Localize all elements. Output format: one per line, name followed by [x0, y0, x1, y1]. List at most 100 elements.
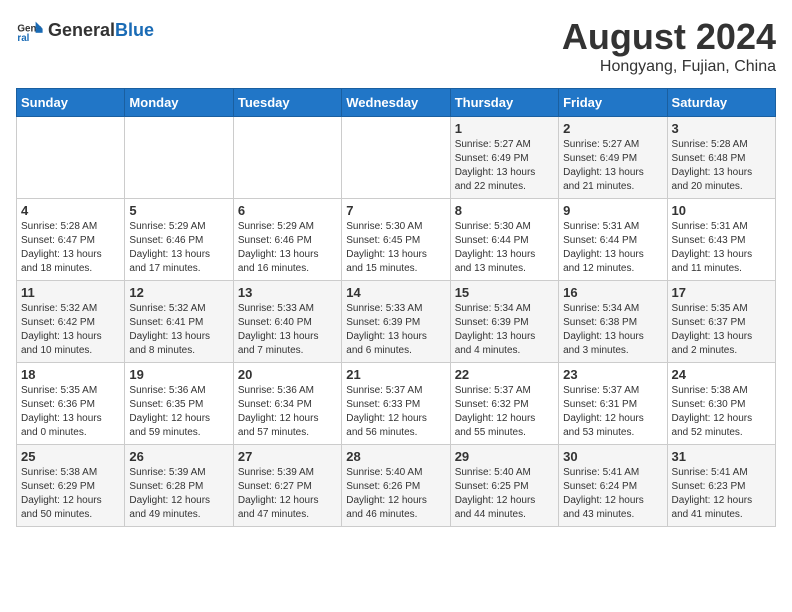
day-info: Sunrise: 5:28 AMSunset: 6:48 PMDaylight:…	[672, 138, 771, 194]
day-info: Sunrise: 5:27 AMSunset: 6:49 PMDaylight:…	[563, 138, 662, 194]
day-number: 28	[346, 449, 445, 464]
day-info: Sunrise: 5:30 AMSunset: 6:44 PMDaylight:…	[455, 220, 554, 276]
day-info: Sunrise: 5:31 AMSunset: 6:43 PMDaylight:…	[672, 220, 771, 276]
day-info: Sunrise: 5:37 AMSunset: 6:31 PMDaylight:…	[563, 384, 662, 440]
day-cell: 19 Sunrise: 5:36 AMSunset: 6:35 PMDayligh…	[125, 363, 233, 445]
day-info: Sunrise: 5:38 AMSunset: 6:30 PMDaylight:…	[672, 384, 771, 440]
day-cell: 5Sunrise: 5:29 AMSunset: 6:46 PMDaylight…	[125, 199, 233, 281]
day-cell: 8 Sunrise: 5:30 AMSunset: 6:44 PMDaylight…	[450, 199, 558, 281]
day-number: 7	[346, 203, 445, 218]
day-info: Sunrise: 5:31 AMSunset: 6:44 PMDaylight:…	[563, 220, 662, 276]
day-number: 24	[672, 367, 771, 382]
day-info: Sunrise: 5:33 AMSunset: 6:40 PMDaylight:…	[238, 302, 337, 358]
day-number: 16	[563, 285, 662, 300]
day-cell: 17 Sunrise: 5:35 AMSunset: 6:37 PMDayligh…	[667, 281, 775, 363]
day-cell: 1 Sunrise: 5:27 AMSunset: 6:49 PMDaylight…	[450, 117, 558, 199]
day-number: 15	[455, 285, 554, 300]
day-cell: 9 Sunrise: 5:31 AMSunset: 6:44 PMDaylight…	[559, 199, 667, 281]
day-info: Sunrise: 5:40 AMSunset: 6:25 PMDaylight:…	[455, 466, 554, 522]
day-info: Sunrise: 5:36 AMSunset: 6:35 PMDaylight:…	[129, 384, 228, 440]
day-cell: 23 Sunrise: 5:37 AMSunset: 6:31 PMDayligh…	[559, 363, 667, 445]
day-cell: 10 Sunrise: 5:31 AMSunset: 6:43 PMDayligh…	[667, 199, 775, 281]
day-cell	[125, 117, 233, 199]
svg-text:ral: ral	[17, 33, 29, 44]
day-cell: 3Sunrise: 5:28 AMSunset: 6:48 PMDaylight…	[667, 117, 775, 199]
day-number: 21	[346, 367, 445, 382]
day-info: Sunrise: 5:32 AMSunset: 6:42 PMDaylight:…	[21, 302, 120, 358]
day-info: Sunrise: 5:28 AMSunset: 6:47 PMDaylight:…	[21, 220, 120, 276]
day-number: 17	[672, 285, 771, 300]
day-cell: 13Sunrise: 5:33 AMSunset: 6:40 PMDayligh…	[233, 281, 341, 363]
day-info: Sunrise: 5:41 AMSunset: 6:23 PMDaylight:…	[672, 466, 771, 522]
day-info: Sunrise: 5:39 AMSunset: 6:28 PMDaylight:…	[129, 466, 228, 522]
day-number: 8	[455, 203, 554, 218]
day-number: 9	[563, 203, 662, 218]
day-info: Sunrise: 5:29 AMSunset: 6:46 PMDaylight:…	[238, 220, 337, 276]
day-cell	[342, 117, 450, 199]
day-cell: 24 Sunrise: 5:38 AMSunset: 6:30 PMDayligh…	[667, 363, 775, 445]
day-info: Sunrise: 5:33 AMSunset: 6:39 PMDaylight:…	[346, 302, 445, 358]
calendar-table: Sunday Monday Tuesday Wednesday Thursday…	[16, 88, 776, 527]
day-cell: 15 Sunrise: 5:34 AMSunset: 6:39 PMDayligh…	[450, 281, 558, 363]
day-info: Sunrise: 5:27 AMSunset: 6:49 PMDaylight:…	[455, 138, 554, 194]
page-header: Gene ral GeneralBlue August 2024 Hongyan…	[16, 16, 776, 76]
col-wednesday: Wednesday	[342, 89, 450, 117]
col-monday: Monday	[125, 89, 233, 117]
day-cell: 20Sunrise: 5:36 AMSunset: 6:34 PMDayligh…	[233, 363, 341, 445]
day-number: 31	[672, 449, 771, 464]
day-number: 23	[563, 367, 662, 382]
day-info: Sunrise: 5:34 AMSunset: 6:39 PMDaylight:…	[455, 302, 554, 358]
logo: Gene ral GeneralBlue	[16, 16, 154, 44]
day-info: Sunrise: 5:34 AMSunset: 6:38 PMDaylight:…	[563, 302, 662, 358]
day-cell	[17, 117, 125, 199]
day-cell: 26 Sunrise: 5:39 AMSunset: 6:28 PMDayligh…	[125, 445, 233, 527]
day-number: 6	[238, 203, 337, 218]
day-number: 10	[672, 203, 771, 218]
logo-icon: Gene ral	[16, 16, 44, 44]
week-row-5: 25 Sunrise: 5:38 AMSunset: 6:29 PMDayligh…	[17, 445, 776, 527]
week-row-1: 1 Sunrise: 5:27 AMSunset: 6:49 PMDaylight…	[17, 117, 776, 199]
day-cell: 14 Sunrise: 5:33 AMSunset: 6:39 PMDayligh…	[342, 281, 450, 363]
title-block: August 2024 Hongyang, Fujian, China	[562, 16, 776, 76]
day-number: 4	[21, 203, 120, 218]
day-cell: 25 Sunrise: 5:38 AMSunset: 6:29 PMDayligh…	[17, 445, 125, 527]
day-cell	[233, 117, 341, 199]
day-info: Sunrise: 5:41 AMSunset: 6:24 PMDaylight:…	[563, 466, 662, 522]
day-cell: 28 Sunrise: 5:40 AMSunset: 6:26 PMDayligh…	[342, 445, 450, 527]
day-number: 14	[346, 285, 445, 300]
logo-blue: Blue	[115, 20, 154, 40]
day-cell: 27Sunrise: 5:39 AMSunset: 6:27 PMDayligh…	[233, 445, 341, 527]
day-info: Sunrise: 5:39 AMSunset: 6:27 PMDaylight:…	[238, 466, 337, 522]
day-number: 18	[21, 367, 120, 382]
day-cell: 16 Sunrise: 5:34 AMSunset: 6:38 PMDayligh…	[559, 281, 667, 363]
day-info: Sunrise: 5:35 AMSunset: 6:36 PMDaylight:…	[21, 384, 120, 440]
day-cell: 30Sunrise: 5:41 AMSunset: 6:24 PMDayligh…	[559, 445, 667, 527]
day-info: Sunrise: 5:40 AMSunset: 6:26 PMDaylight:…	[346, 466, 445, 522]
day-number: 20	[238, 367, 337, 382]
day-cell: 11Sunrise: 5:32 AMSunset: 6:42 PMDayligh…	[17, 281, 125, 363]
day-info: Sunrise: 5:29 AMSunset: 6:46 PMDaylight:…	[129, 220, 228, 276]
week-row-4: 18 Sunrise: 5:35 AMSunset: 6:36 PMDayligh…	[17, 363, 776, 445]
day-cell: 18 Sunrise: 5:35 AMSunset: 6:36 PMDayligh…	[17, 363, 125, 445]
day-cell: 7 Sunrise: 5:30 AMSunset: 6:45 PMDaylight…	[342, 199, 450, 281]
day-number: 19	[129, 367, 228, 382]
location: Hongyang, Fujian, China	[562, 58, 776, 76]
day-number: 26	[129, 449, 228, 464]
day-cell: 12Sunrise: 5:32 AMSunset: 6:41 PMDayligh…	[125, 281, 233, 363]
day-cell: 6 Sunrise: 5:29 AMSunset: 6:46 PMDaylight…	[233, 199, 341, 281]
day-cell: 31 Sunrise: 5:41 AMSunset: 6:23 PMDayligh…	[667, 445, 775, 527]
day-number: 12	[129, 285, 228, 300]
day-cell: 2 Sunrise: 5:27 AMSunset: 6:49 PMDaylight…	[559, 117, 667, 199]
calendar-header-row: Sunday Monday Tuesday Wednesday Thursday…	[17, 89, 776, 117]
day-info: Sunrise: 5:35 AMSunset: 6:37 PMDaylight:…	[672, 302, 771, 358]
day-info: Sunrise: 5:30 AMSunset: 6:45 PMDaylight:…	[346, 220, 445, 276]
day-cell: 21 Sunrise: 5:37 AMSunset: 6:33 PMDayligh…	[342, 363, 450, 445]
day-number: 2	[563, 121, 662, 136]
day-cell: 22Sunrise: 5:37 AMSunset: 6:32 PMDayligh…	[450, 363, 558, 445]
day-number: 1	[455, 121, 554, 136]
day-info: Sunrise: 5:38 AMSunset: 6:29 PMDaylight:…	[21, 466, 120, 522]
day-number: 25	[21, 449, 120, 464]
logo-general: General	[48, 20, 115, 40]
col-saturday: Saturday	[667, 89, 775, 117]
day-info: Sunrise: 5:37 AMSunset: 6:33 PMDaylight:…	[346, 384, 445, 440]
